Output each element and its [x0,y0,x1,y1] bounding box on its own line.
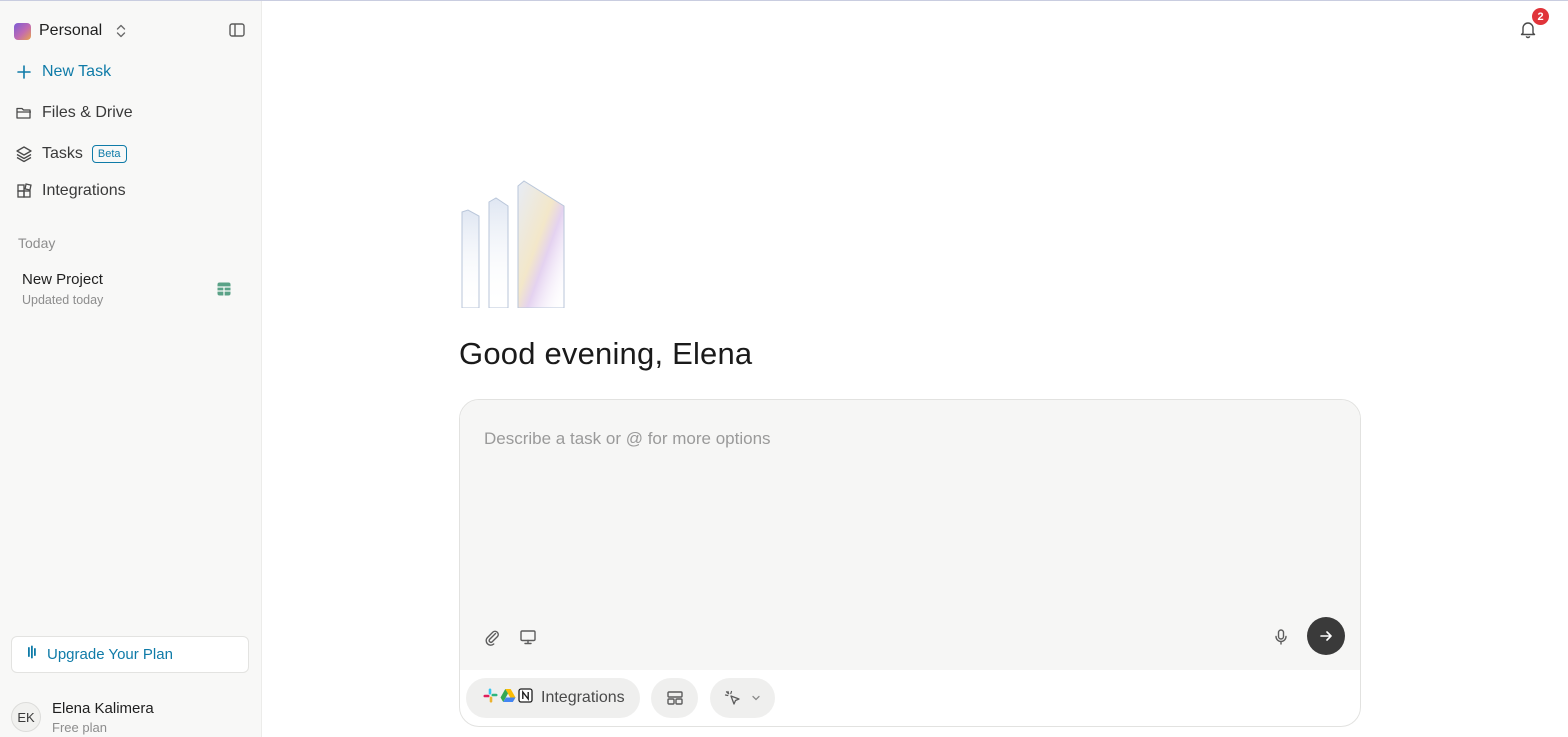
user-name: Elena Kalimera [52,699,154,717]
hero-illustration [458,178,568,309]
project-item[interactable]: New Project Updated today [22,271,242,311]
new-task-button[interactable]: New Task [14,60,111,84]
integrations-icon [14,181,34,201]
microphone-icon[interactable] [1270,626,1292,648]
integrations-label: Integrations [42,182,126,199]
user-profile[interactable]: EK Elena Kalimera Free plan [11,699,251,735]
upgrade-plan-button[interactable]: Upgrade Your Plan [11,636,249,673]
user-plan: Free plan [52,719,107,735]
project-title: New Project [22,271,103,288]
monitor-icon[interactable] [517,626,539,648]
folder-icon [14,103,34,123]
chevron-updown-icon [114,22,128,40]
cursor-click-icon [724,690,740,705]
section-today-label: Today [18,235,56,251]
paperclip-icon[interactable] [481,626,503,648]
layout-icon [666,691,683,705]
sidebar-toggle-icon[interactable] [228,21,246,39]
upgrade-label: Upgrade Your Plan [47,646,173,663]
chevron-down-icon [752,695,760,701]
sidebar-item-tasks[interactable]: Tasks Beta [14,142,127,166]
project-grid-icon [217,282,231,296]
tasks-label: Tasks [42,145,83,162]
plus-icon [14,62,34,82]
workspace-name: Personal [39,22,103,39]
layers-icon [14,144,34,164]
layout-button[interactable] [651,678,698,718]
task-composer: Integrations [459,399,1361,727]
composer-input-area [460,400,1360,670]
agent-mode-dropdown[interactable] [710,678,775,718]
upgrade-icon [27,645,37,664]
send-button[interactable] [1307,617,1345,655]
workspace-logo-icon [14,22,31,40]
files-label: Files & Drive [42,104,133,121]
greeting-heading: Good evening, Elena [459,336,753,371]
integrations-chip[interactable]: Integrations [466,678,640,718]
beta-badge: Beta [91,145,127,163]
arrow-right-icon [1320,631,1332,641]
sidebar-item-integrations[interactable]: Integrations [14,179,126,203]
notification-count-badge: 2 [1532,8,1549,25]
integrations-chip-label: Integrations [541,689,625,706]
project-updated: Updated today [22,293,104,307]
prompt-input[interactable] [484,424,1324,454]
slack-icon [483,688,498,708]
sidebar: Personal New Task Files & Drive Tasks Be… [0,1,262,737]
avatar: EK [11,702,41,732]
notion-icon [518,688,533,708]
sidebar-item-files[interactable]: Files & Drive [14,101,133,125]
workspace-switcher[interactable]: Personal [14,21,254,41]
new-task-label: New Task [42,63,112,80]
google-drive-icon [500,688,516,708]
